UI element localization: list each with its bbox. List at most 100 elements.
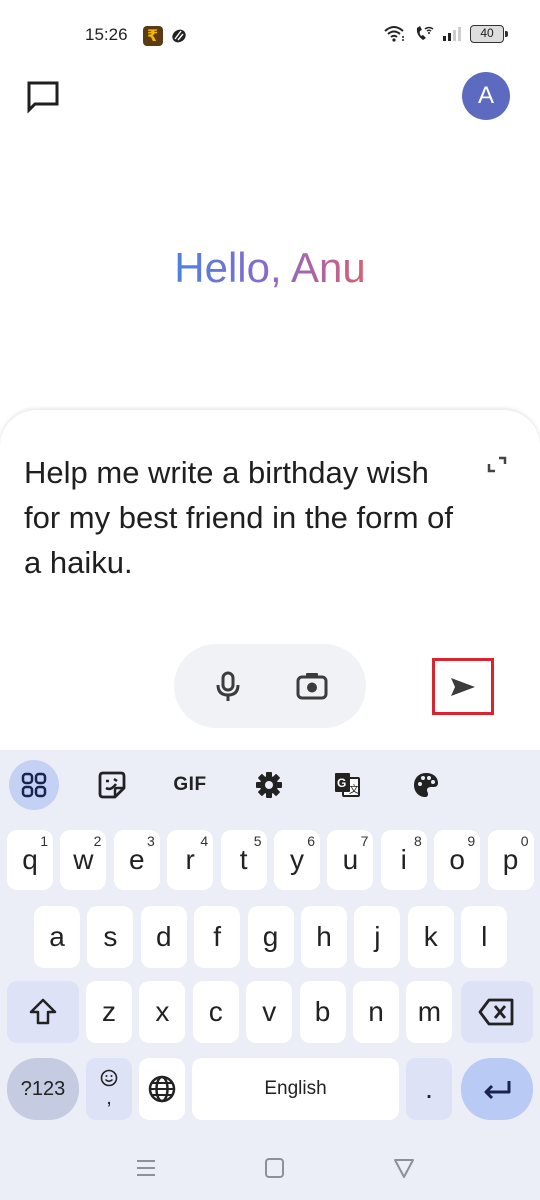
new-chat-icon[interactable] (26, 80, 60, 114)
status-bar: 15:26 ₹ 40 (0, 0, 540, 72)
key-b[interactable]: b (299, 981, 346, 1043)
input-tools (174, 644, 366, 728)
home-icon[interactable] (263, 1156, 287, 1180)
key-label: i (400, 844, 407, 875)
key-hint: 3 (147, 833, 155, 849)
language-key[interactable] (139, 1058, 185, 1120)
key-label: b (314, 996, 331, 1027)
key-h[interactable]: h (301, 906, 347, 968)
key-p[interactable]: p0 (487, 830, 534, 890)
key-hint: 4 (200, 833, 209, 849)
app-notification-icon (172, 29, 186, 43)
gear-icon (256, 772, 282, 798)
translate-icon: G 文 (335, 773, 360, 797)
key-hint: 2 (93, 833, 102, 849)
prompt-input[interactable]: Help me write a birthday wish for my bes… (24, 450, 454, 585)
microphone-icon[interactable] (210, 668, 246, 704)
key-r[interactable]: r4 (167, 830, 214, 890)
key-hint: 1 (40, 833, 48, 849)
key-g[interactable]: g (247, 906, 294, 968)
key-label: , (106, 1086, 112, 1109)
gif-label: GIF (173, 774, 207, 795)
palette-icon (414, 773, 438, 797)
key-label: c (208, 996, 223, 1027)
key-a[interactable]: a (34, 906, 80, 968)
signal-icon (443, 27, 461, 41)
period-key[interactable]: . (406, 1058, 452, 1120)
key-t[interactable]: t5 (220, 830, 267, 890)
expand-icon[interactable] (486, 454, 508, 476)
key-e[interactable]: e3 (113, 830, 160, 890)
key-q[interactable]: q1 (7, 830, 53, 890)
key-hint: 7 (360, 833, 369, 849)
key-j[interactable]: j (354, 906, 401, 968)
key-label: z (102, 996, 116, 1027)
key-label: p (502, 844, 519, 875)
key-label: x (155, 996, 170, 1027)
key-label: t (239, 844, 248, 875)
key-u[interactable]: u7 (327, 830, 374, 890)
key-label: q (22, 844, 38, 875)
key-label: m (417, 996, 442, 1027)
emoji-icon (100, 1069, 118, 1086)
backspace-key[interactable] (461, 981, 533, 1043)
prompt-card: Help me write a birthday wish for my bes… (0, 410, 540, 755)
key-m[interactable]: m (406, 981, 453, 1043)
key-label: English (264, 1078, 327, 1099)
key-n[interactable]: n (353, 981, 399, 1043)
enter-key[interactable] (461, 1058, 533, 1120)
send-icon (451, 677, 475, 696)
account-avatar[interactable]: A (462, 72, 510, 120)
key-k[interactable]: k (407, 906, 454, 968)
key-label: r (185, 844, 195, 875)
key-y[interactable]: y6 (274, 830, 320, 890)
key-x[interactable]: x (139, 981, 186, 1043)
key-label: f (213, 921, 222, 952)
apps-grid-button[interactable] (9, 760, 59, 810)
key-label: o (449, 844, 465, 875)
symbols-key[interactable]: ?123 (7, 1058, 79, 1120)
key-label: a (49, 921, 65, 952)
svg-text:文: 文 (349, 783, 359, 796)
comma-emoji-key[interactable]: , (86, 1058, 132, 1120)
back-icon[interactable] (392, 1156, 416, 1180)
apps-grid-icon (21, 772, 47, 798)
key-c[interactable]: c (192, 981, 239, 1043)
key-hint: 0 (520, 833, 529, 849)
key-o[interactable]: o9 (434, 830, 481, 890)
key-label: k (423, 921, 438, 952)
key-s[interactable]: s (87, 906, 134, 968)
key-label: j (374, 921, 381, 952)
svg-text:G: G (337, 776, 346, 790)
key-v[interactable]: v (246, 981, 293, 1043)
key-label: ?123 (20, 1077, 66, 1100)
shift-key[interactable] (7, 981, 79, 1043)
wifi-calling-icon (416, 26, 434, 40)
translate-button[interactable]: G 文 (322, 760, 372, 810)
settings-button[interactable] (244, 760, 294, 810)
key-hint: 8 (414, 833, 422, 849)
space-bar[interactable]: English (192, 1058, 399, 1120)
recents-icon[interactable] (134, 1156, 158, 1180)
greeting-text: Hello, Anu (174, 244, 366, 291)
key-w[interactable]: w2 (60, 830, 107, 890)
key-d[interactable]: d (140, 906, 187, 968)
sticker-button[interactable] (87, 760, 137, 810)
key-z[interactable]: z (86, 981, 132, 1043)
camera-icon[interactable] (294, 668, 330, 704)
key-label: n (368, 996, 384, 1027)
theme-button[interactable] (401, 760, 451, 810)
key-f[interactable]: f (194, 906, 241, 968)
key-label: l (481, 921, 488, 952)
key-i[interactable]: i8 (380, 830, 427, 890)
key-label: w (73, 844, 94, 875)
keyboard-toolbar: GIF G 文 (0, 750, 540, 820)
wifi-icon (384, 26, 404, 42)
send-button[interactable] (432, 658, 494, 715)
gif-button[interactable]: GIF (165, 760, 215, 810)
key-l[interactable]: l (461, 906, 508, 968)
backspace-icon (478, 998, 514, 1026)
status-time: 15:26 (85, 25, 128, 44)
key-label: d (156, 921, 172, 952)
navigation-bar (0, 1140, 540, 1200)
